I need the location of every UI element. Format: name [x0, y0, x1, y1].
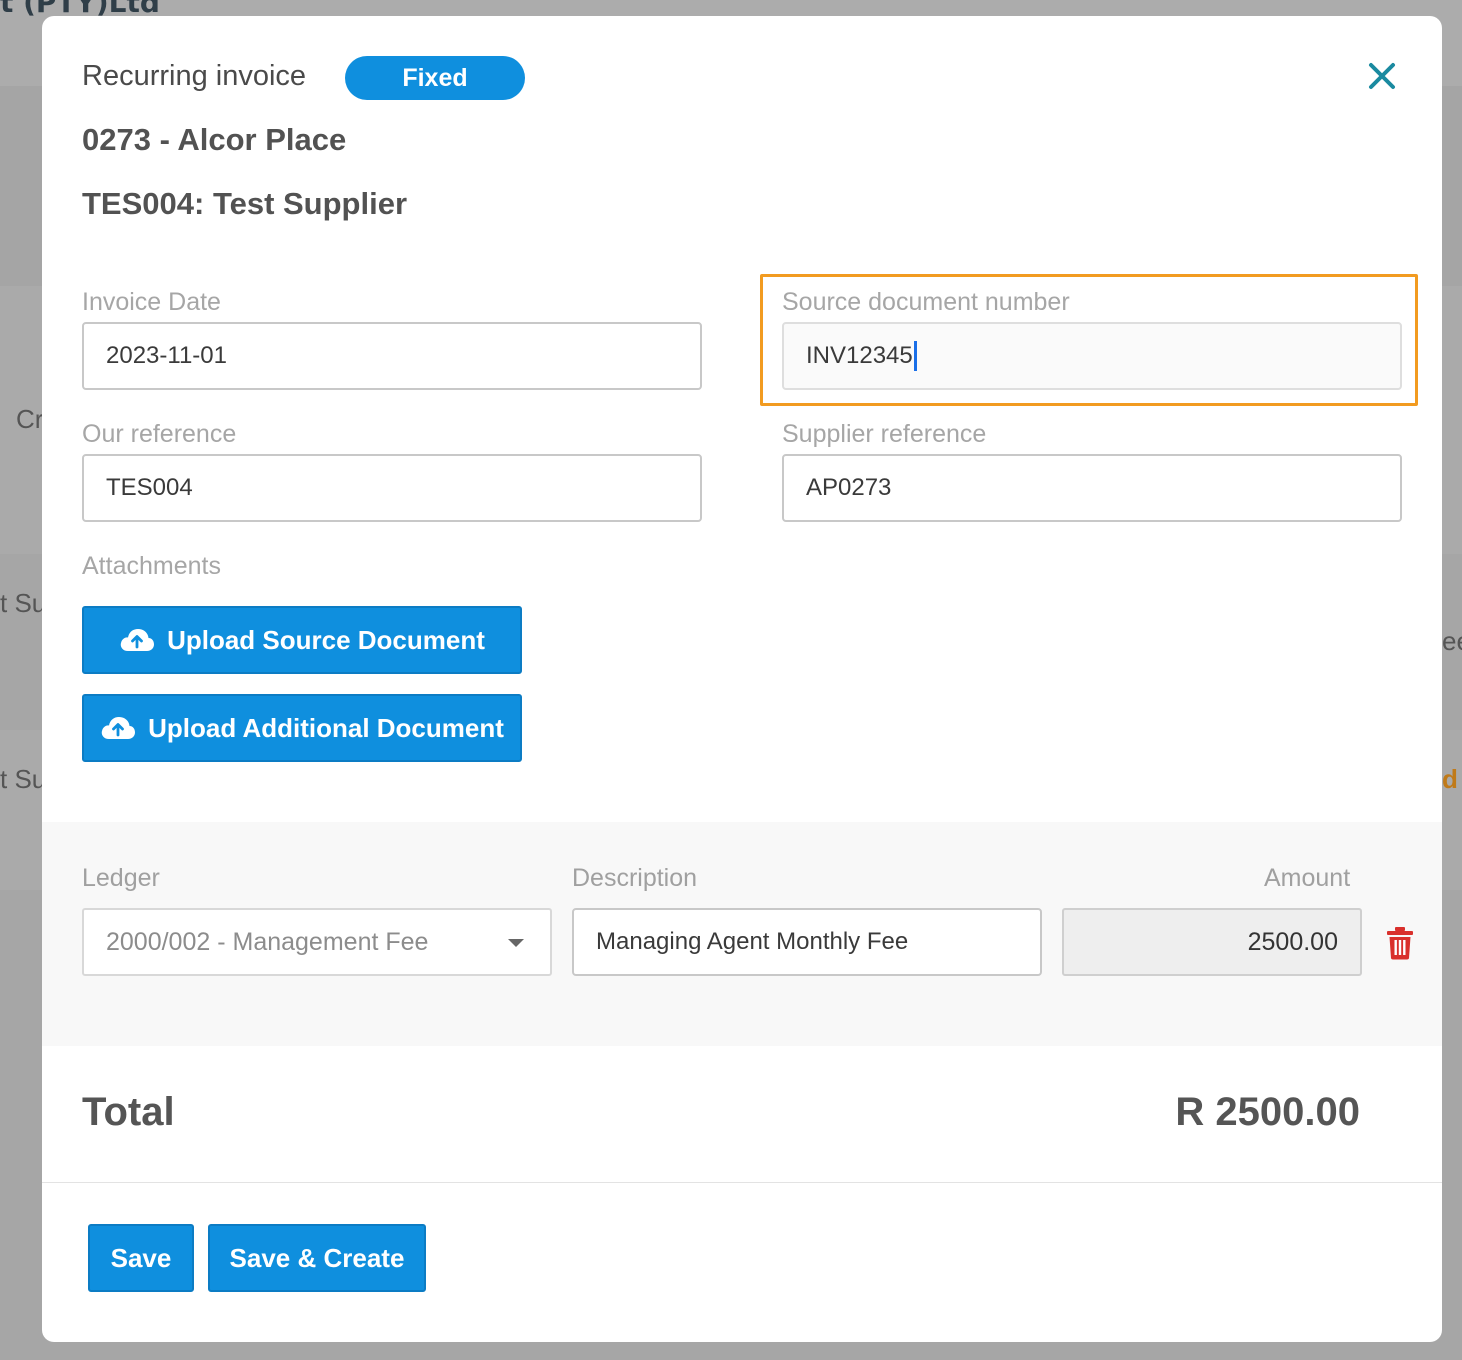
amount-field[interactable]: 2500.00 [1062, 908, 1362, 976]
upload-source-document-button[interactable]: Upload Source Document [82, 606, 522, 674]
background-text: t Su [0, 588, 47, 618]
background-text: t Su [0, 764, 47, 794]
background-text: ee [1442, 626, 1462, 656]
invoice-date-label: Invoice Date [82, 288, 221, 316]
ledger-selected-value: 2000/002 - Management Fee [106, 927, 429, 956]
total-value: R 2500.00 [1175, 1090, 1360, 1134]
amount-value: 2500.00 [1247, 927, 1338, 956]
source-document-field[interactable]: INV12345 [782, 322, 1402, 390]
chevron-down-icon [508, 939, 524, 947]
invoice-date-field[interactable]: 2023-11-01 [82, 322, 702, 390]
text-caret [913, 341, 917, 371]
recurring-invoice-modal: Recurring invoice Fixed 0273 - Alcor Pla… [42, 16, 1442, 1342]
invoice-date-value: 2023-11-01 [106, 342, 227, 369]
cloud-upload-icon [120, 629, 155, 651]
source-document-label: Source document number [782, 288, 1070, 316]
supplier-reference-value: AP0273 [806, 474, 892, 501]
our-reference-field[interactable]: TES004 [82, 454, 702, 522]
footer-divider [42, 1182, 1442, 1183]
supplier-reference-field[interactable]: AP0273 [782, 454, 1402, 522]
ledger-header: Ledger [82, 864, 160, 892]
description-value: Managing Agent Monthly Fee [596, 928, 909, 955]
modal-title: Recurring invoice [82, 60, 307, 92]
save-and-create-button[interactable]: Save & Create [208, 1224, 426, 1292]
supplier-reference-label: Supplier reference [782, 420, 987, 448]
background-text: Cr [16, 404, 44, 434]
invoice-type-badge: Fixed [345, 56, 525, 100]
description-field[interactable]: Managing Agent Monthly Fee [572, 908, 1042, 976]
background-status: d [1442, 764, 1458, 794]
our-reference-value: TES004 [106, 474, 193, 501]
close-icon [1369, 63, 1395, 89]
property-heading: 0273 - Alcor Place [82, 122, 347, 157]
upload-additional-document-label: Upload Additional Document [148, 712, 504, 743]
upload-source-document-label: Upload Source Document [167, 624, 485, 655]
supplier-heading: TES004: Test Supplier [82, 186, 408, 221]
attachments-label: Attachments [82, 552, 221, 580]
trash-icon [1387, 927, 1413, 960]
description-header: Description [572, 864, 698, 892]
close-button[interactable] [1360, 54, 1404, 98]
delete-line-button[interactable] [1386, 926, 1414, 960]
total-label: Total [82, 1090, 175, 1134]
cloud-upload-icon [101, 717, 136, 739]
source-document-value: INV12345 [806, 342, 913, 369]
our-reference-label: Our reference [82, 420, 237, 448]
amount-header: Amount [1264, 864, 1351, 892]
ledger-select[interactable]: 2000/002 - Management Fee [82, 908, 552, 976]
save-button[interactable]: Save [88, 1224, 194, 1292]
upload-additional-document-button[interactable]: Upload Additional Document [82, 694, 522, 762]
